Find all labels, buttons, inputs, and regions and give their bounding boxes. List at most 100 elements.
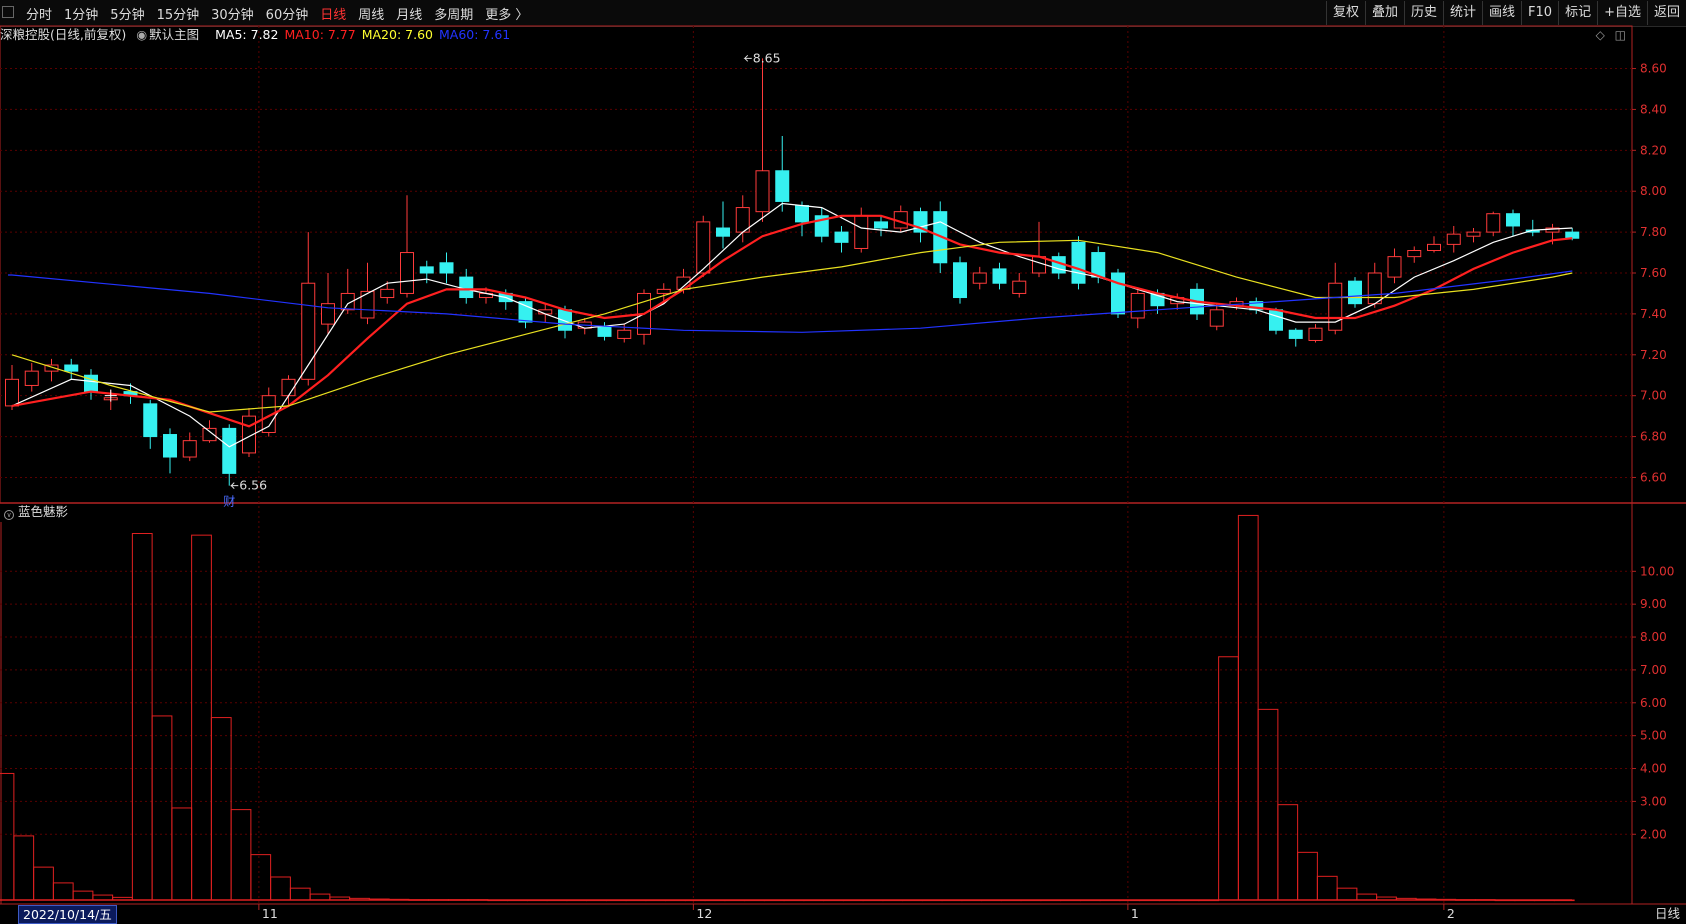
indicator-bar-9 [171, 807, 193, 901]
candle-body-down [716, 227, 730, 237]
price-tick-label: 8.00 [1640, 184, 1667, 198]
candle-56 [1111, 268, 1125, 318]
candle-71 [1407, 246, 1422, 263]
candle-52 [1032, 221, 1046, 278]
indicator-bar-3 [52, 882, 74, 901]
candle-body-down [1288, 329, 1303, 339]
candle-8 [163, 428, 177, 474]
candle-body-up [1407, 250, 1422, 258]
candle-7 [143, 399, 158, 449]
price-tick-label: 6.80 [1640, 430, 1667, 444]
candle-45 [893, 205, 908, 233]
candle-48 [953, 256, 967, 304]
sub-tick-label: 4.00 [1640, 762, 1667, 776]
candle-36 [716, 201, 730, 249]
candle-body-up [755, 170, 770, 213]
candle-body-up [676, 276, 691, 290]
candle-body-down [143, 403, 158, 438]
candle-body-up [972, 272, 987, 284]
candle-65 [1288, 328, 1303, 347]
candle-40 [795, 201, 809, 237]
candle-body-up [1328, 282, 1343, 331]
sub-tick-label: 6.00 [1640, 696, 1667, 710]
candle-body-down [459, 276, 474, 299]
price-annotation-0: 8.65 [753, 50, 781, 65]
price-tick-label: 7.60 [1640, 266, 1667, 280]
candle-15 [301, 232, 316, 386]
candle-26 [518, 297, 533, 329]
indicator-bar-11 [210, 717, 232, 901]
sub-tick-label: 3.00 [1640, 794, 1667, 808]
indicator-bar-66 [1297, 851, 1318, 901]
candle-body-up [1209, 309, 1224, 327]
candle-49 [972, 266, 987, 290]
indicator-bar-62 [1218, 656, 1239, 901]
sub-tick-label: 2.00 [1640, 827, 1667, 841]
sub-tick-label: 9.00 [1640, 597, 1667, 611]
candle-body-up [1308, 327, 1323, 341]
candle-76 [1506, 209, 1520, 237]
candle-6 [123, 383, 138, 404]
candle-body-down [953, 262, 967, 299]
candle-body-down [1071, 241, 1086, 284]
candle-43 [854, 207, 869, 253]
price-tick-label: 8.20 [1640, 143, 1667, 157]
candle-27 [538, 303, 553, 323]
candle-body-up [1446, 233, 1461, 245]
candle-body-down [992, 268, 1007, 284]
candle-body-up [400, 252, 414, 294]
candle-42 [834, 225, 849, 253]
month-label: 1 [1131, 906, 1139, 921]
finance-note-marker: 财 [223, 495, 235, 509]
indicator-bar-65 [1277, 804, 1299, 901]
candle-body-up [281, 378, 296, 397]
candle-body-up [1130, 292, 1145, 319]
indicator-bar-4 [72, 890, 94, 901]
indicator-bar-64 [1257, 708, 1279, 901]
candle-body-up [380, 288, 395, 299]
cursor-date: 2022/10/14/五 [18, 905, 117, 924]
candle-body-down [419, 266, 434, 274]
candle-75 [1486, 211, 1501, 237]
kline-chart[interactable]: 8.60 8.40 8.20 8.00 7.80 7.60 7.40 7.20 7.00 6.80… [0, 0, 1686, 922]
candle-body-down [558, 309, 572, 331]
indicator-bar-16 [309, 893, 331, 901]
candle-12 [242, 407, 256, 458]
candle-57 [1130, 287, 1145, 329]
candle-73 [1446, 225, 1461, 253]
indicator-bar-2 [33, 866, 54, 901]
indicator-title[interactable]: ∨ 蓝色魅影 [4, 503, 68, 521]
candle-body-up [5, 378, 19, 407]
candle-body-up [1367, 272, 1382, 305]
collapse-icon[interactable]: ∨ [4, 510, 14, 520]
candle-body-up [1466, 231, 1481, 237]
indicator-bar-1 [13, 835, 35, 901]
candle-16 [321, 273, 335, 335]
candle-body-up [617, 329, 632, 339]
candle-53 [1051, 252, 1066, 280]
candle-body-down [597, 325, 612, 337]
candle-70 [1387, 248, 1402, 284]
indicator-bar-15 [289, 887, 311, 901]
candle-body-down [1506, 213, 1520, 227]
candle-body-up [1012, 280, 1027, 294]
candle-50 [992, 262, 1007, 290]
candle-body-up [24, 370, 39, 386]
candle-68 [1348, 277, 1362, 308]
candle-body-down [834, 231, 849, 243]
month-label: 2 [1447, 906, 1455, 921]
candle-body-down [1348, 280, 1362, 305]
indicator-bar-7 [131, 533, 153, 901]
sub-tick-label: 8.00 [1640, 630, 1667, 644]
sub-tick-label: 5.00 [1640, 729, 1667, 743]
indicator-bar-63 [1237, 514, 1259, 901]
candle-77 [1525, 219, 1540, 237]
candle-4 [84, 369, 98, 400]
candle-51 [1012, 273, 1027, 298]
price-tick-label: 8.40 [1640, 102, 1667, 116]
month-label: 11 [262, 906, 278, 921]
candle-body-up [656, 288, 671, 294]
price-tick-label: 7.40 [1640, 307, 1667, 321]
candle-body-down [1565, 231, 1580, 239]
candle-38 [755, 58, 770, 222]
